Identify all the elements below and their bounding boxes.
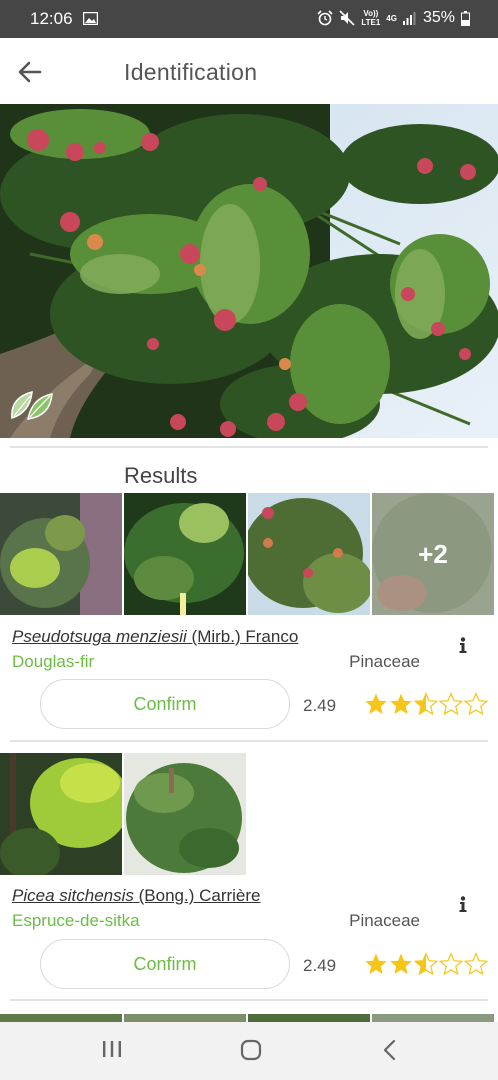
result-1-score: 2.49 bbox=[303, 696, 337, 715]
home-icon[interactable] bbox=[239, 1038, 263, 1067]
star-half-icon bbox=[414, 952, 438, 976]
more-images-count[interactable]: +2 bbox=[372, 493, 494, 615]
result-1-common-name: Douglas-fir bbox=[12, 652, 95, 671]
result-1-rating bbox=[364, 692, 488, 716]
result-thumbnail[interactable] bbox=[0, 753, 122, 875]
confirm-button[interactable]: Confirm bbox=[40, 939, 290, 989]
result-thumbnail[interactable]: +2 bbox=[372, 493, 494, 615]
battery-text: 35% bbox=[422, 9, 455, 26]
back-nav-icon[interactable] bbox=[380, 1038, 400, 1067]
network-label: Vo)) LTE1 bbox=[361, 9, 381, 27]
star-empty-icon bbox=[439, 952, 463, 976]
result-1-family: Pinaceae bbox=[349, 652, 420, 671]
result-2-score: 2.49 bbox=[303, 956, 337, 975]
result-thumbnail[interactable] bbox=[124, 1014, 246, 1022]
recent-apps-icon[interactable] bbox=[102, 1038, 122, 1067]
result-thumbnail[interactable] bbox=[0, 493, 122, 615]
star-full-icon bbox=[389, 692, 413, 716]
leaf-icon bbox=[10, 388, 54, 422]
app-bar: Identification bbox=[0, 38, 498, 104]
result-1-thumbnails: +2 bbox=[0, 493, 494, 615]
result-2-thumbnails bbox=[0, 753, 246, 875]
gallery-icon bbox=[82, 11, 99, 30]
result-1-scientific-name[interactable]: Pseudotsuga menziesii (Mirb.) Franco bbox=[12, 627, 298, 647]
star-full-icon bbox=[364, 692, 388, 716]
divider bbox=[10, 740, 488, 742]
battery-icon bbox=[461, 10, 470, 26]
star-empty-icon bbox=[439, 692, 463, 716]
result-thumbnail[interactable] bbox=[124, 493, 246, 615]
star-full-icon bbox=[364, 952, 388, 976]
star-full-icon bbox=[389, 952, 413, 976]
info-icon[interactable] bbox=[458, 637, 468, 653]
divider bbox=[10, 446, 488, 448]
result-2-common-name: Espruce-de-sitka bbox=[12, 911, 140, 930]
info-icon[interactable] bbox=[458, 896, 468, 912]
result-2-scientific-name[interactable]: Picea sitchensis (Bong.) Carrière bbox=[12, 886, 261, 906]
signal-icon bbox=[402, 11, 417, 25]
result-thumbnail[interactable] bbox=[124, 753, 246, 875]
hero-photo[interactable] bbox=[0, 104, 498, 438]
alarm-icon bbox=[317, 10, 333, 26]
result-thumbnail[interactable] bbox=[372, 1014, 494, 1022]
star-empty-icon bbox=[464, 952, 488, 976]
result-2-rating bbox=[364, 952, 488, 976]
result-thumbnail[interactable] bbox=[0, 1014, 122, 1022]
mute-icon bbox=[339, 10, 355, 26]
star-empty-icon bbox=[464, 692, 488, 716]
network-4g-label: 4G bbox=[386, 13, 397, 23]
star-half-icon bbox=[414, 692, 438, 716]
system-nav-bar bbox=[0, 1022, 498, 1080]
status-time: 12:06 bbox=[30, 9, 73, 28]
status-bar: 12:06 Vo)) LTE1 4G 35% bbox=[0, 0, 498, 38]
page-title: Identification bbox=[124, 59, 258, 85]
arrow-left-icon[interactable] bbox=[16, 58, 44, 86]
confirm-button[interactable]: Confirm bbox=[40, 679, 290, 729]
result-2-family: Pinaceae bbox=[349, 911, 420, 930]
result-3-thumbnails bbox=[0, 1014, 494, 1022]
divider bbox=[10, 999, 488, 1001]
result-thumbnail[interactable] bbox=[248, 493, 370, 615]
result-thumbnail[interactable] bbox=[248, 1014, 370, 1022]
results-heading: Results bbox=[124, 463, 198, 488]
